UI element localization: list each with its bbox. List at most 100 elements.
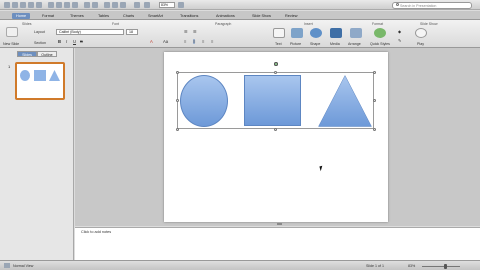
bold-icon[interactable]: B <box>58 39 61 44</box>
font-color-icon[interactable]: A <box>150 39 153 44</box>
shape-icon[interactable] <box>310 28 322 38</box>
new-icon[interactable] <box>4 2 10 8</box>
shape-button[interactable]: Shape <box>310 42 320 46</box>
powerpoint-window: 83% Search in Presentation Home Format T… <box>0 0 480 270</box>
resize-handle-ne[interactable] <box>372 70 376 74</box>
picture-icon[interactable] <box>291 28 303 38</box>
thumbnail-square <box>34 70 46 81</box>
picture-button[interactable]: Picture <box>290 42 301 46</box>
group-slide-show-label: Slide Show <box>420 22 438 26</box>
group-format-label: Format <box>372 22 384 26</box>
paste-icon[interactable] <box>64 2 70 8</box>
normal-view-icon[interactable] <box>4 263 10 268</box>
justify-icon[interactable]: ≡ <box>211 39 213 44</box>
font-name-field[interactable]: Calibri (Body) <box>56 29 124 35</box>
group-insert-label: Insert <box>304 22 313 26</box>
cut-icon[interactable] <box>48 2 54 8</box>
zoom-field[interactable]: 83% <box>159 2 175 8</box>
resize-handle-se[interactable] <box>372 127 376 131</box>
ribbon-tabs: Home Format Themes Tables Charts SmartAr… <box>0 11 480 20</box>
media-icon[interactable] <box>330 28 342 38</box>
search-icon <box>396 3 399 6</box>
view-label: Normal View <box>13 264 34 268</box>
format-painter-icon[interactable] <box>72 2 78 8</box>
quick-styles-button[interactable]: Quick Styles <box>370 42 390 46</box>
tab-review[interactable]: Review <box>281 13 301 19</box>
play-button[interactable]: Play <box>417 42 424 46</box>
resize-handle-nw[interactable] <box>175 70 179 74</box>
text-box-icon[interactable] <box>273 28 285 38</box>
layout-button[interactable]: Layout <box>34 30 45 34</box>
arrange-button[interactable]: Arrange <box>348 42 361 46</box>
line-color-icon[interactable]: ✎ <box>398 38 402 43</box>
play-icon[interactable] <box>415 28 427 38</box>
align-left-icon[interactable]: ≡ <box>184 39 186 44</box>
thumbnail-triangle <box>49 70 60 81</box>
open-icon[interactable] <box>20 2 26 8</box>
notes-placeholder[interactable]: Click to add notes <box>81 230 111 234</box>
tab-themes[interactable]: Themes <box>66 13 88 19</box>
tab-charts[interactable]: Charts <box>119 13 138 19</box>
standard-toolbar: 83% Search in Presentation <box>0 0 480 10</box>
copy-icon[interactable] <box>56 2 62 8</box>
zoom-slider-thumb[interactable] <box>444 263 447 269</box>
notes-pane[interactable] <box>75 227 480 260</box>
section-button[interactable]: Section <box>34 41 46 45</box>
new-slide-icon[interactable] <box>6 27 18 37</box>
tab-home[interactable]: Home <box>12 12 31 19</box>
font-size-field[interactable]: 18 <box>126 29 138 35</box>
numbering-icon[interactable]: ☰ <box>193 29 197 34</box>
zoom-icon[interactable] <box>144 2 150 8</box>
italic-icon[interactable]: I <box>66 39 67 44</box>
slide-show-icon[interactable] <box>104 2 110 8</box>
text-button[interactable]: Text <box>275 42 282 46</box>
templates-icon[interactable] <box>12 2 18 8</box>
tab-smartart[interactable]: SmartArt <box>144 13 167 19</box>
fill-color-icon[interactable]: ◆ <box>398 29 401 34</box>
align-center-icon[interactable]: ≡ <box>193 39 196 44</box>
resize-handle-w[interactable] <box>175 99 179 102</box>
group-font-label: Font <box>112 22 120 26</box>
status-bar: Normal View Slide 1 of 1 83% <box>0 260 480 270</box>
help-icon[interactable] <box>178 2 184 8</box>
quick-styles-icon[interactable] <box>374 28 386 38</box>
tab-format[interactable]: Format <box>38 13 58 19</box>
tab-slides-pane[interactable]: Slides <box>17 51 37 57</box>
search-input[interactable]: Search in Presentation <box>392 1 472 9</box>
undo-icon[interactable] <box>84 2 90 8</box>
tab-slide-show[interactable]: Slide Show <box>248 13 275 19</box>
notes-splitter[interactable] <box>277 223 282 225</box>
align-right-icon[interactable]: ≡ <box>202 39 204 44</box>
text-effects-icon[interactable]: Aa <box>163 39 168 44</box>
slide-thumbnail[interactable] <box>15 62 65 100</box>
new-slide-button[interactable]: New Slide <box>3 42 19 46</box>
media-button[interactable]: Media <box>330 42 340 46</box>
resize-handle-n[interactable] <box>274 70 277 74</box>
tab-outline-pane[interactable]: Outline <box>37 51 57 57</box>
selection-box <box>177 72 374 129</box>
bullets-icon[interactable]: ☰ <box>184 29 188 34</box>
underline-icon[interactable]: U <box>73 39 76 44</box>
slide-number: 1 <box>8 64 11 69</box>
status-zoom: 83% <box>408 264 416 268</box>
group-paragraph-label: Paragraph <box>215 22 232 26</box>
toolbox-icon[interactable] <box>134 2 140 8</box>
media-browser-icon[interactable] <box>112 2 118 8</box>
resize-handle-e[interactable] <box>372 99 376 102</box>
tab-animations[interactable]: Animations <box>212 13 239 19</box>
group-slides-label: Slides <box>22 22 32 26</box>
strikethrough-icon[interactable]: S <box>80 39 83 44</box>
zoom-slider[interactable] <box>422 265 460 267</box>
tab-transitions[interactable]: Transitions <box>176 13 202 19</box>
gallery-icon[interactable] <box>120 2 126 8</box>
redo-icon[interactable] <box>92 2 98 8</box>
resize-handle-sw[interactable] <box>175 127 179 131</box>
tab-tables[interactable]: Tables <box>94 13 113 19</box>
rotate-handle[interactable] <box>274 62 278 66</box>
slide-count: Slide 1 of 1 <box>366 264 384 268</box>
arrange-icon[interactable] <box>350 28 362 38</box>
print-icon[interactable] <box>36 2 42 8</box>
thumbnail-circle <box>20 70 30 81</box>
resize-handle-s[interactable] <box>274 127 277 131</box>
save-icon[interactable] <box>28 2 34 8</box>
